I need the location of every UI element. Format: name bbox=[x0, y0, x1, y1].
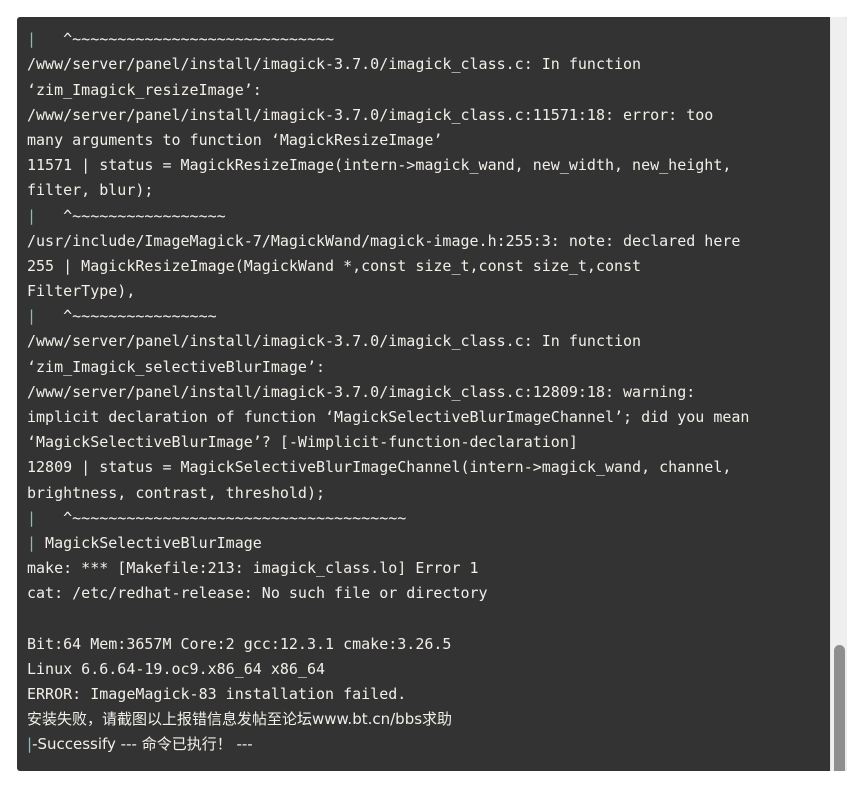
gutter-pipe-icon: | bbox=[27, 533, 37, 552]
console-line-text: ‘zim_Imagick_resizeImage’: bbox=[27, 80, 262, 99]
console-line-text: ^~~~~~~~~~~~~~~~~ bbox=[36, 307, 217, 326]
console-line-text: Bit:64 Mem:3657M Core:2 gcc:12.3.1 cmake… bbox=[27, 634, 452, 653]
console-line: 安装失败，请截图以上报错信息发帖至论坛www.bt.cn/bbs求助 bbox=[27, 707, 820, 732]
console-line: /www/server/panel/install/imagick-3.7.0/… bbox=[27, 103, 820, 128]
console-output-lines: | ^~~~~~~~~~~~~~~~~~~~~~~~~~~~~~ /www/ser… bbox=[17, 17, 830, 758]
console-line-text: brightness, contrast, threshold); bbox=[27, 483, 326, 502]
console-line: brightness, contrast, threshold); bbox=[27, 481, 820, 506]
console-scroll-viewport[interactable]: | ^~~~~~~~~~~~~~~~~~~~~~~~~~~~~~ /www/ser… bbox=[17, 17, 830, 771]
console-line: /www/server/panel/install/imagick-3.7.0/… bbox=[27, 329, 820, 354]
console-line-text: many arguments to function ‘MagickResize… bbox=[27, 130, 443, 149]
gutter-pipe-icon: | bbox=[27, 307, 37, 326]
console-line: 12809 | status = MagickSelectiveBlurImag… bbox=[27, 455, 820, 480]
console-line-text: /www/server/panel/install/imagick-3.7.0/… bbox=[27, 332, 642, 351]
console-line: | MagickSelectiveBlurImage bbox=[27, 531, 820, 556]
console-line: FilterType), bbox=[27, 279, 820, 304]
console-line: | ^~~~~~~~~~~~~~~~~~~~~~~~~~~~~~ bbox=[27, 27, 820, 52]
gutter-pipe-icon: | bbox=[27, 508, 37, 527]
console-line-text: /www/server/panel/install/imagick-3.7.0/… bbox=[27, 382, 696, 401]
console-line: filter, blur); bbox=[27, 178, 820, 203]
console-line: 255 | MagickResizeImage(MagickWand *,con… bbox=[27, 254, 820, 279]
console-line: make: *** [Makefile:213: imagick_class.l… bbox=[27, 556, 820, 581]
gutter-pipe-icon: | bbox=[27, 206, 37, 225]
console-line: 11571 | status = MagickResizeImage(inter… bbox=[27, 153, 820, 178]
console-line-text: filter, blur); bbox=[27, 181, 154, 200]
console-line-text: 11571 | status = MagickResizeImage(inter… bbox=[27, 156, 732, 175]
console-line-text: 255 | MagickResizeImage(MagickWand *,con… bbox=[27, 256, 642, 275]
console-line: | ^~~~~~~~~~~~~~~~~~ bbox=[27, 204, 820, 229]
console-line-text: implicit declaration of function ‘Magick… bbox=[27, 408, 750, 426]
vertical-scrollbar-thumb[interactable] bbox=[834, 645, 845, 771]
console-line: Bit:64 Mem:3657M Core:2 gcc:12.3.1 cmake… bbox=[27, 632, 820, 657]
console-line: /usr/include/ImageMagick-7/MagickWand/ma… bbox=[27, 229, 820, 254]
console-line: ‘zim_Imagick_resizeImage’: bbox=[27, 78, 820, 103]
console-line-text: ERROR: ImageMagick-83 installation faile… bbox=[27, 685, 407, 704]
gutter-pipe-icon: | bbox=[27, 30, 37, 49]
terminal-console-panel: | ^~~~~~~~~~~~~~~~~~~~~~~~~~~~~~ /www/ser… bbox=[17, 17, 847, 771]
console-line: cat: /etc/redhat-release: No such file o… bbox=[27, 581, 820, 606]
console-line: implicit declaration of function ‘Magick… bbox=[27, 405, 820, 430]
console-line-text: cat: /etc/redhat-release: No such file o… bbox=[27, 584, 488, 603]
console-line: | ^~~~~~~~~~~~~~~~~~~~~~~~~~~~~~~~~~~~~~ bbox=[27, 506, 820, 531]
console-line: ‘MagickSelectiveBlurImage’? [-Wimplicit-… bbox=[27, 430, 820, 455]
vertical-scrollbar-track[interactable] bbox=[830, 17, 847, 771]
console-line-text: -Successify --- 命令已执行！ --- bbox=[32, 735, 253, 754]
console-line-text: MagickSelectiveBlurImage bbox=[36, 533, 262, 552]
console-line-text: /usr/include/ImageMagick-7/MagickWand/ma… bbox=[27, 231, 741, 250]
console-line-text: 安装失败，请截图以上报错信息发帖至论坛www.bt.cn/bbs求助 bbox=[27, 710, 453, 729]
page-root: | ^~~~~~~~~~~~~~~~~~~~~~~~~~~~~~ /www/ser… bbox=[0, 0, 864, 789]
console-line: ‘zim_Imagick_selectiveBlurImage’: bbox=[27, 355, 820, 380]
console-line-text: /www/server/panel/install/imagick-3.7.0/… bbox=[27, 105, 714, 124]
console-line: /www/server/panel/install/imagick-3.7.0/… bbox=[27, 52, 820, 77]
console-line: |-Successify --- 命令已执行！ --- bbox=[27, 732, 820, 757]
console-line-text: ^~~~~~~~~~~~~~~~~~ bbox=[36, 206, 226, 225]
console-line: ERROR: ImageMagick-83 installation faile… bbox=[27, 682, 820, 707]
console-line: Linux 6.6.64-19.oc9.x86_64 x86_64 bbox=[27, 657, 820, 682]
console-line: | ^~~~~~~~~~~~~~~~~ bbox=[27, 304, 820, 329]
console-line-text: Linux 6.6.64-19.oc9.x86_64 x86_64 bbox=[27, 659, 326, 678]
console-line-text: make: *** [Makefile:213: imagick_class.l… bbox=[27, 559, 479, 578]
console-line: many arguments to function ‘MagickResize… bbox=[27, 128, 820, 153]
console-line-text: FilterType), bbox=[27, 282, 136, 301]
console-line-text: /www/server/panel/install/imagick-3.7.0/… bbox=[27, 55, 642, 74]
console-line: /www/server/panel/install/imagick-3.7.0/… bbox=[27, 380, 820, 405]
console-line-text: 12809 | status = MagickSelectiveBlurImag… bbox=[27, 458, 732, 477]
console-line-text: ‘MagickSelectiveBlurImage’? [-Wimplicit-… bbox=[27, 433, 578, 452]
console-line-text: ^~~~~~~~~~~~~~~~~~~~~~~~~~~~~~~~~~~~~~ bbox=[36, 508, 407, 527]
console-line-text: ‘zim_Imagick_selectiveBlurImage’: bbox=[27, 357, 326, 376]
console-line-text: ^~~~~~~~~~~~~~~~~~~~~~~~~~~~~~ bbox=[36, 30, 335, 49]
